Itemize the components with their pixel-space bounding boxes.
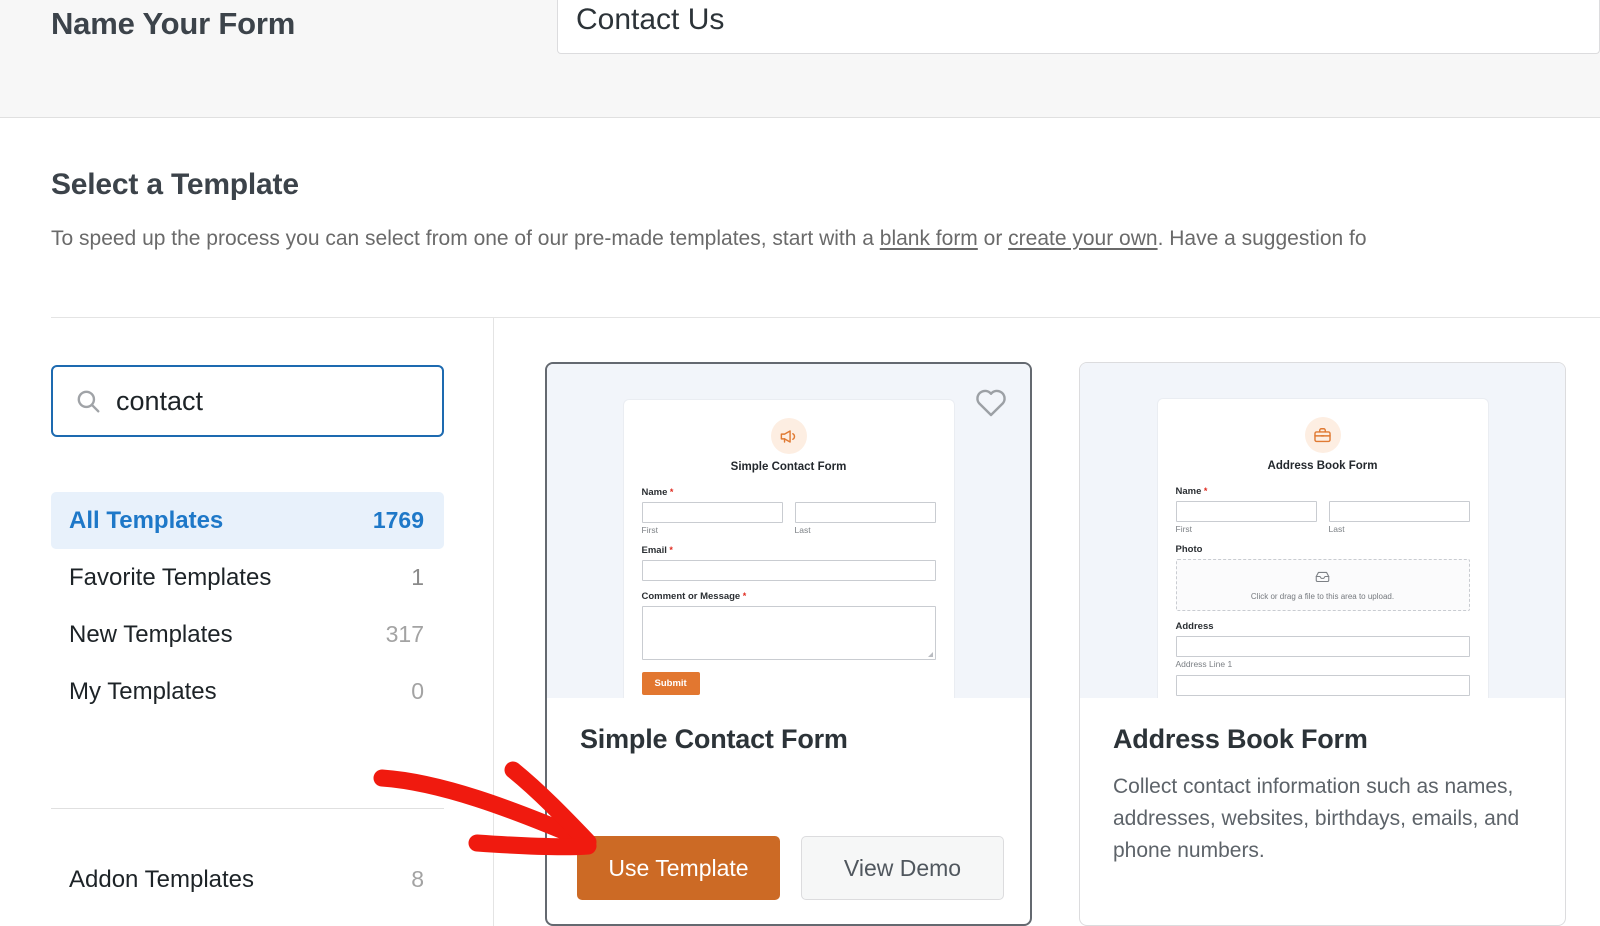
- required-marker: *: [666, 545, 673, 555]
- preview-label-text: Name: [641, 487, 668, 498]
- preview-input-last: [794, 502, 936, 523]
- briefcase-icon: [1304, 417, 1341, 453]
- preview-input-last: [1328, 501, 1470, 522]
- preview-input-address-1: [1175, 636, 1470, 657]
- sidebar-item-count: 317: [385, 621, 424, 647]
- preview-field-label: Name *: [642, 487, 936, 498]
- template-card-body: Simple Contact Form: [547, 698, 1030, 755]
- description-text-2: or: [977, 227, 1009, 250]
- sidebar-item-label: Addon Templates: [69, 865, 255, 893]
- preview-sublabel-first: First: [1175, 524, 1193, 534]
- megaphone-icon: [770, 418, 807, 454]
- required-marker: *: [1201, 486, 1208, 496]
- preview-field-label: Comment or Message *: [642, 591, 936, 602]
- preview-submit-button: Submit: [641, 672, 700, 695]
- sidebar-item-new-templates[interactable]: New Templates 317: [51, 606, 444, 663]
- inbox-icon: [1315, 569, 1330, 589]
- sidebar-item-favorite-templates[interactable]: Favorite Templates 1: [51, 549, 444, 606]
- preview-sublabel-address-1: Address Line 1: [1175, 659, 1233, 669]
- preview-form-mock: Simple Contact Form Name * First Last Em…: [623, 400, 954, 698]
- preview-input-first: [641, 502, 783, 523]
- search-input[interactable]: [116, 367, 436, 435]
- page-title: Select a Template: [51, 168, 299, 201]
- description-text-1: To speed up the process you can select f…: [51, 227, 880, 250]
- preview-input-address-2: [1175, 675, 1470, 696]
- sidebar-item-count: 0: [411, 678, 424, 704]
- sidebar-item-count: 1: [411, 564, 424, 590]
- preview-sublabel-last: Last: [1328, 524, 1345, 534]
- preview-field-label: Name *: [1176, 486, 1470, 497]
- template-search-container: [51, 365, 444, 437]
- section-divider: [51, 317, 1600, 318]
- template-category-list: All Templates 1769 Favorite Templates 1 …: [51, 492, 444, 720]
- preview-field-label: Email *: [642, 545, 936, 556]
- form-name-input[interactable]: [557, 0, 1600, 54]
- sidebar-divider: [493, 318, 494, 926]
- preview-field-label: Address: [1175, 621, 1214, 632]
- preview-textarea-message: [641, 606, 936, 660]
- template-preview: Simple Contact Form Name * First Last Em…: [547, 364, 1030, 698]
- use-template-button[interactable]: Use Template: [577, 836, 780, 900]
- page-description: To speed up the process you can select f…: [51, 224, 1600, 254]
- preview-sublabel-first: First: [641, 525, 659, 535]
- template-card-actions: Use Template View Demo: [577, 836, 1004, 900]
- template-card-title: Simple Contact Form: [580, 724, 848, 754]
- search-box[interactable]: [51, 365, 444, 437]
- view-demo-button[interactable]: View Demo: [801, 836, 1004, 900]
- sidebar-item-count: 8: [411, 866, 424, 892]
- preview-input-first: [1175, 501, 1317, 522]
- sidebar-item-count: 1769: [372, 507, 424, 533]
- search-icon: [75, 388, 101, 414]
- preview-form-mock: Address Book Form Name * First Last Phot…: [1157, 399, 1488, 698]
- preview-form-title: Simple Contact Form: [730, 461, 847, 473]
- preview-label-text: Email: [641, 545, 667, 556]
- required-marker: *: [740, 591, 747, 601]
- sidebar-item-label: Favorite Templates: [69, 563, 272, 591]
- preview-upload-text: Click or drag a file to this area to upl…: [1250, 592, 1395, 601]
- template-card-description: Collect contact information such as name…: [1113, 775, 1520, 862]
- preview-sublabel-last: Last: [794, 525, 811, 535]
- preview-field-label: Photo: [1175, 544, 1203, 555]
- required-marker: *: [667, 487, 674, 497]
- template-card-address-book-form[interactable]: Address Book Form Name * First Last Phot…: [1079, 362, 1566, 926]
- sidebar-item-all-templates[interactable]: All Templates 1769: [51, 492, 444, 549]
- sidebar-item-label: New Templates: [69, 620, 233, 648]
- sidebar-item-my-templates[interactable]: My Templates 0: [51, 663, 444, 720]
- sidebar-item-label: All Templates: [69, 506, 224, 534]
- template-card-title: Address Book Form: [1113, 724, 1368, 754]
- sidebar-section-divider: [51, 808, 444, 809]
- template-card-simple-contact-form[interactable]: Simple Contact Form Name * First Last Em…: [545, 362, 1032, 926]
- template-card-body: Address Book Form Collect contact inform…: [1080, 698, 1565, 867]
- description-text-3: . Have a suggestion fo: [1157, 227, 1367, 250]
- template-preview: Address Book Form Name * First Last Phot…: [1080, 363, 1565, 698]
- create-your-own-link[interactable]: create your own: [1008, 227, 1157, 250]
- preview-upload-area: Click or drag a file to this area to upl…: [1175, 559, 1470, 611]
- name-your-form-label: Name Your Form: [51, 6, 296, 41]
- sidebar-item-label: My Templates: [69, 677, 217, 705]
- preview-label-text: Name: [1175, 486, 1202, 497]
- preview-form-title: Address Book Form: [1267, 460, 1378, 472]
- preview-input-email: [641, 560, 936, 581]
- sidebar-item-addon-templates[interactable]: Addon Templates 8: [51, 851, 444, 908]
- heart-icon[interactable]: [974, 386, 1008, 418]
- template-addon-list: Addon Templates 8: [51, 851, 444, 908]
- preview-label-text: Comment or Message: [641, 591, 741, 602]
- blank-form-link[interactable]: blank form: [880, 227, 978, 250]
